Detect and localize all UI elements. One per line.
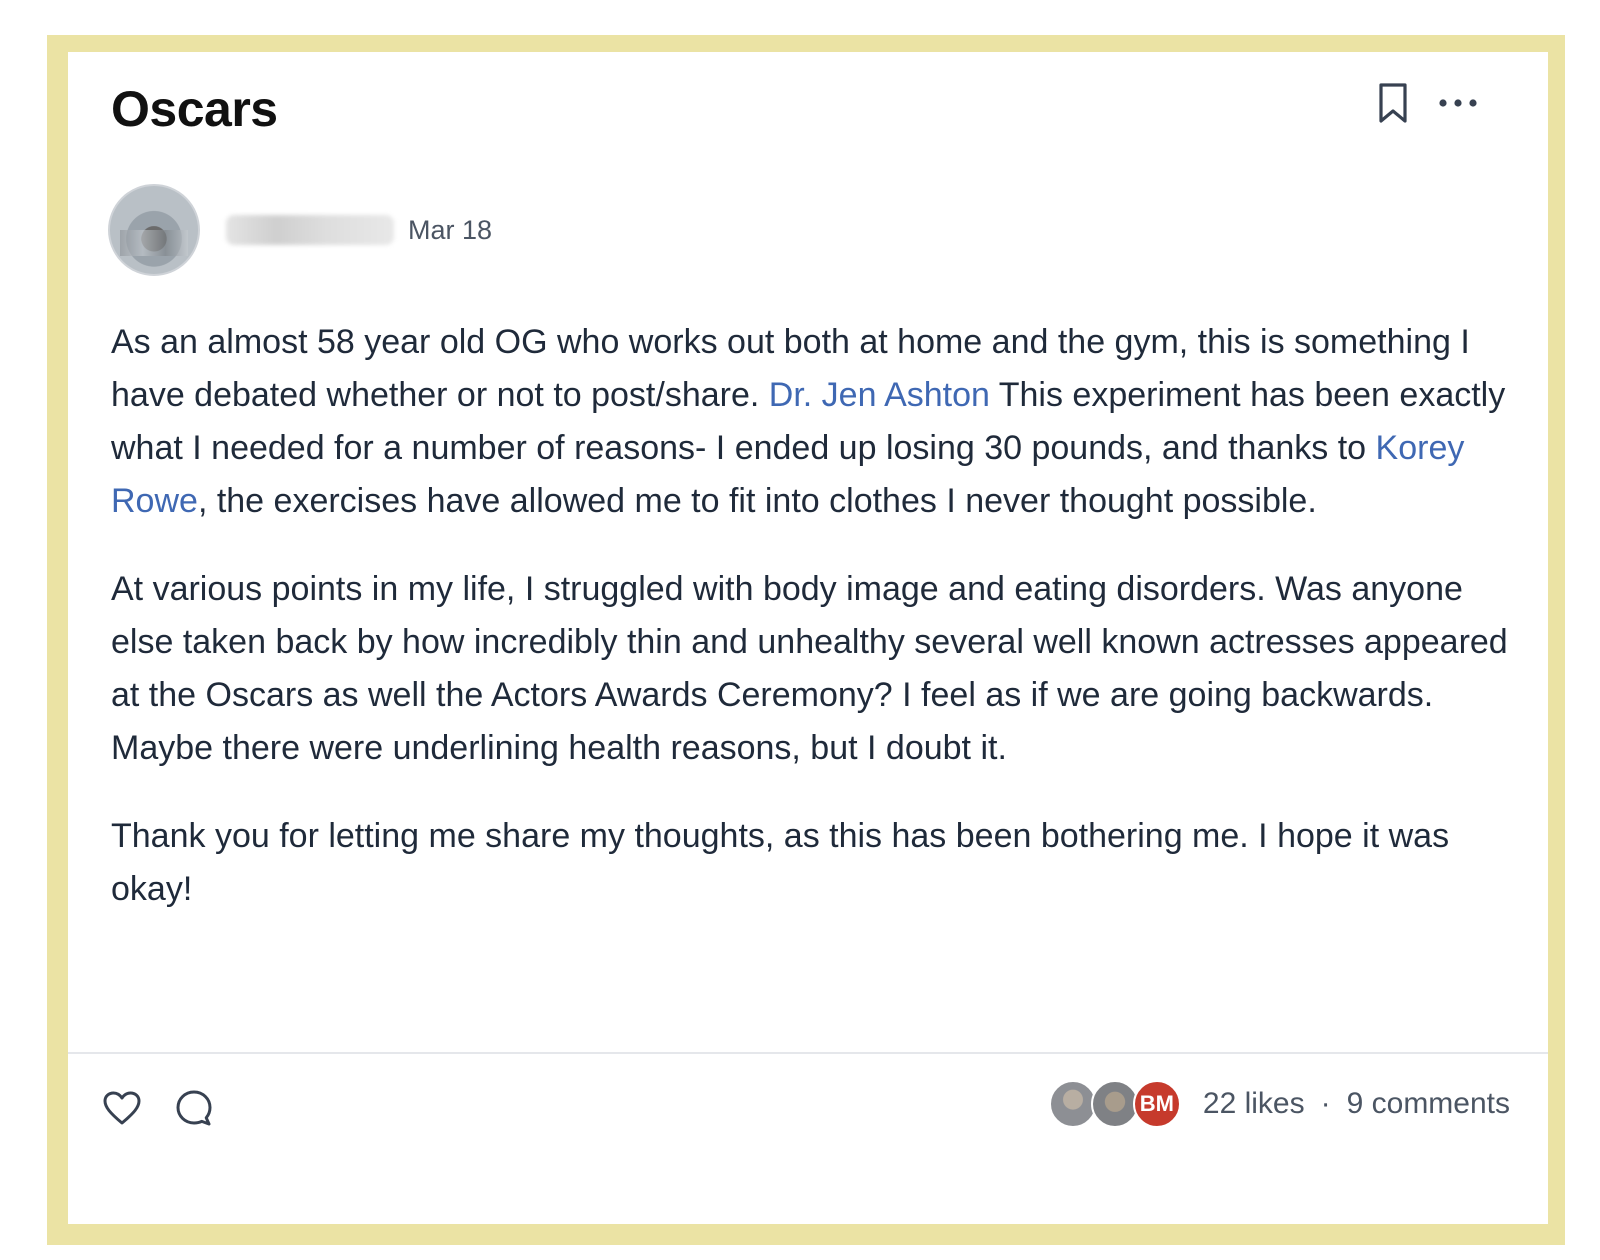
post-reactions [102,1088,214,1128]
post-header-actions [1376,82,1478,124]
post-date: Mar 18 [408,214,493,245]
liker-avatar [1048,1080,1097,1128]
bookmark-icon[interactable] [1376,82,1410,124]
post-author-row: Mar 18 [108,184,492,276]
stats-separator: · [1320,1087,1331,1120]
post-body: As an almost 58 year old OG who works ou… [111,316,1511,951]
liker-avatars[interactable]: BM [1048,1080,1181,1128]
author-avatar[interactable] [108,184,200,276]
author-name-blurred[interactable] [226,215,394,245]
heart-icon[interactable] [102,1090,142,1126]
mention-link[interactable]: Dr. Jen Ashton [769,376,990,414]
paragraph-text: , the exercises have allowed me to fit i… [197,482,1317,520]
post-paragraph: Thank you for letting me share my though… [111,817,1450,908]
post-title: Oscars [111,81,278,137]
comment-icon[interactable] [174,1088,214,1128]
post-paragraph: As an almost 58 year old OG who works ou… [111,316,1511,528]
post-paragraph: At various points in my life, I struggle… [111,570,1508,767]
liker-avatar: BM [1132,1080,1181,1128]
stats-text: 22 likes · 9 comments [1203,1087,1510,1121]
post-stats: BM 22 likes · 9 comments [1048,1080,1510,1128]
footer-divider [68,1052,1548,1054]
likes-count-link[interactable]: 22 likes [1203,1087,1305,1121]
post-card: Oscars Mar 18 As an almost 58 year old O… [68,52,1548,1224]
more-horizontal-icon[interactable] [1438,97,1478,109]
comments-count-link[interactable]: 9 comments [1347,1087,1510,1121]
liker-avatar [1090,1080,1139,1128]
